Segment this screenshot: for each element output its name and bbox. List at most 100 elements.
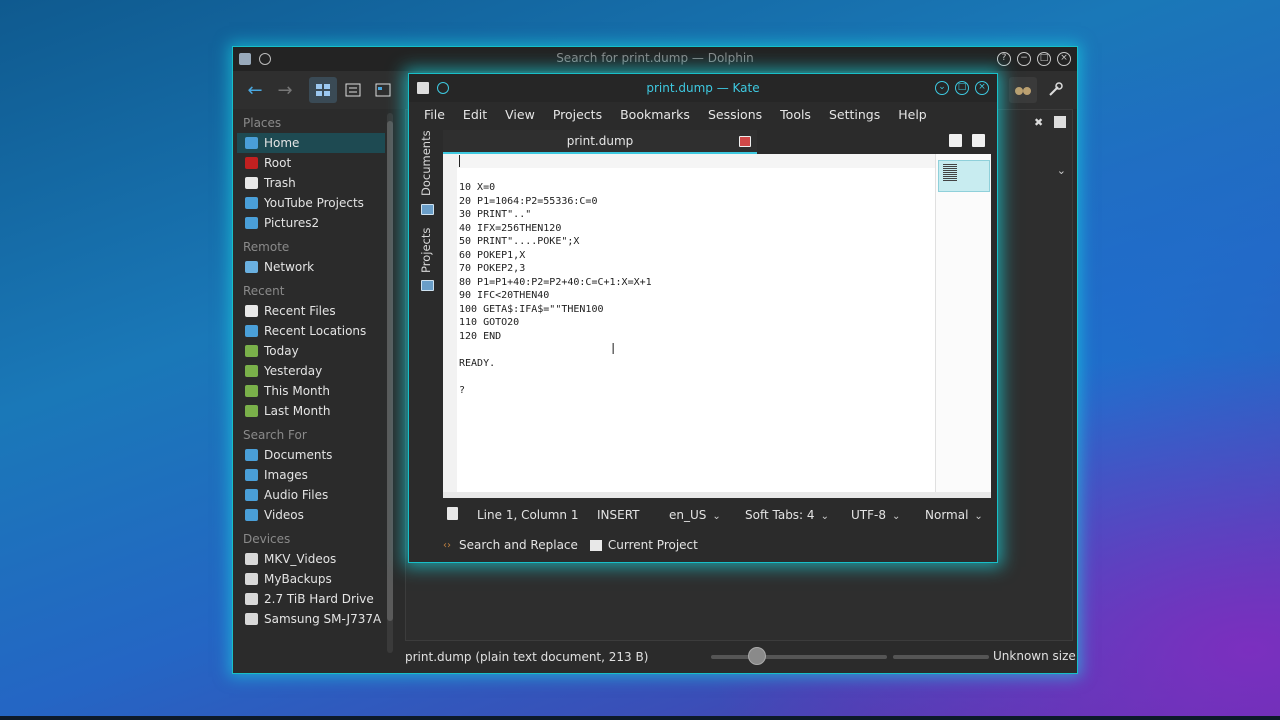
places-item[interactable]: MyBackups — [237, 569, 385, 589]
clear-icon[interactable]: ✖ — [1034, 116, 1044, 129]
code-line[interactable]: 110 GOTO20 — [459, 316, 652, 330]
places-header: Search For — [243, 428, 307, 442]
places-item[interactable]: YouTube Projects — [237, 193, 385, 213]
places-item[interactable]: Recent Locations — [237, 321, 385, 341]
places-item-label: Network — [264, 260, 315, 274]
places-item[interactable]: Documents — [237, 445, 385, 465]
places-scrollbar[interactable] — [387, 113, 393, 653]
places-item-label: Videos — [264, 508, 304, 522]
chevron-down-icon[interactable]: ⌄ — [1057, 164, 1066, 177]
input-mode[interactable]: INSERT — [597, 508, 640, 522]
document-icon[interactable] — [447, 507, 458, 520]
places-item[interactable]: Yesterday — [237, 361, 385, 381]
kate-titlebar[interactable]: print.dump — Kate ⌄ □ × — [409, 74, 997, 102]
tab-print-dump[interactable]: print.dump — [443, 130, 757, 154]
back-arrow-icon[interactable]: ← — [241, 77, 269, 103]
chevron-down-icon: ⌄ — [712, 511, 721, 522]
places-item[interactable]: Images — [237, 465, 385, 485]
menu-file[interactable]: File — [415, 104, 454, 126]
editor-gutter[interactable] — [443, 154, 457, 498]
code-line[interactable]: 30 PRINT".." — [459, 208, 652, 222]
details-view-icon[interactable] — [369, 77, 397, 103]
search-replace-icon[interactable]: ‹› — [443, 540, 451, 551]
places-item[interactable]: Trash — [237, 173, 385, 193]
code-line[interactable] — [459, 344, 652, 358]
zoom-slider-track[interactable] — [711, 655, 887, 659]
kate-statusbar: Line 1, Column 1 INSERT en_US ⌄ Soft Tabs… — [443, 504, 991, 526]
minimap[interactable] — [935, 154, 991, 492]
current-project-icon[interactable] — [589, 539, 602, 551]
code-line[interactable]: 60 POKEP1,X — [459, 249, 652, 263]
search-and-replace-button[interactable]: Search and Replace — [459, 538, 578, 552]
close-icon[interactable]: × — [1057, 52, 1071, 66]
code-line[interactable]: 70 POKEP2,3 — [459, 262, 652, 276]
current-project-button[interactable]: Current Project — [608, 538, 698, 552]
maximize-icon[interactable]: □ — [1037, 52, 1051, 66]
places-item[interactable]: Recent Files — [237, 301, 385, 321]
zoom-slider-handle[interactable] — [748, 647, 766, 665]
code-line[interactable]: ? — [459, 384, 652, 398]
binoculars-icon[interactable] — [1009, 77, 1037, 103]
places-item[interactable]: 2.7 TiB Hard Drive — [237, 589, 385, 609]
minimap-lines — [943, 164, 957, 182]
place-icon — [245, 217, 258, 229]
close-split-icon[interactable] — [972, 134, 985, 147]
place-icon — [245, 613, 258, 625]
code-line[interactable] — [459, 371, 652, 385]
menu-sessions[interactable]: Sessions — [699, 104, 771, 126]
places-item[interactable]: Network — [237, 257, 385, 277]
menu-edit[interactable]: Edit — [454, 104, 496, 126]
close-tab-icon[interactable] — [739, 136, 751, 147]
code-line[interactable]: 10 X=0 — [459, 181, 652, 195]
documents-icon[interactable] — [421, 204, 434, 215]
minimize-icon[interactable]: ⌄ — [935, 81, 949, 95]
code-line[interactable]: 20 P1=1064:P2=55336:C=0 — [459, 195, 652, 209]
places-item[interactable]: Audio Files — [237, 485, 385, 505]
code-line[interactable]: 40 IFX=256THEN120 — [459, 222, 652, 236]
code-line[interactable]: 120 END — [459, 330, 652, 344]
wrench-icon[interactable] — [1041, 77, 1069, 103]
code-text[interactable]: 10 X=0 20 P1=1064:P2=55336:C=0 30 PRINT"..… — [459, 181, 652, 398]
menu-view[interactable]: View — [496, 104, 544, 126]
minimize-icon[interactable]: − — [1017, 52, 1031, 66]
places-item[interactable]: Today — [237, 341, 385, 361]
menu-settings[interactable]: Settings — [820, 104, 889, 126]
code-line[interactable]: 80 P1=P1+40:P2=P2+40:C=C+1:X=X+1 — [459, 276, 652, 290]
forward-arrow-icon[interactable]: → — [271, 77, 299, 103]
save-search-icon[interactable] — [1054, 116, 1066, 128]
close-icon[interactable]: × — [975, 81, 989, 95]
indent-selector[interactable]: Soft Tabs: 4 ⌄ — [745, 508, 829, 522]
encoding-selector[interactable]: UTF-8 ⌄ — [851, 508, 900, 522]
side-tab-projects[interactable]: Projects — [419, 224, 435, 276]
code-line[interactable]: 100 GETA$:IFA$=""THEN100 — [459, 303, 652, 317]
places-item[interactable]: Last Month — [237, 401, 385, 421]
help-icon[interactable]: ? — [997, 52, 1011, 66]
places-item[interactable]: Samsung SM-J737A — [237, 609, 385, 629]
places-item[interactable]: This Month — [237, 381, 385, 401]
icons-view-icon[interactable] — [309, 77, 337, 103]
projects-icon[interactable] — [421, 280, 434, 291]
cursor-position[interactable]: Line 1, Column 1 — [477, 508, 579, 522]
menu-help[interactable]: Help — [889, 104, 936, 126]
menu-tools[interactable]: Tools — [771, 104, 820, 126]
places-item[interactable]: MKV_Videos — [237, 549, 385, 569]
places-item[interactable]: Pictures2 — [237, 213, 385, 233]
code-line[interactable]: 50 PRINT"....POKE";X — [459, 235, 652, 249]
side-tab-documents[interactable]: Documents — [419, 130, 435, 196]
code-line[interactable]: 90 IFC<20THEN40 — [459, 289, 652, 303]
split-view-icon[interactable] — [949, 134, 962, 147]
dolphin-titlebar[interactable]: Search for print.dump — Dolphin ? − □ × — [233, 47, 1077, 71]
places-item[interactable]: Home — [237, 133, 385, 153]
taskbar-edge — [0, 716, 1280, 720]
horizontal-scrollbar[interactable] — [443, 492, 991, 498]
compact-view-icon[interactable] — [339, 77, 367, 103]
places-item[interactable]: Root — [237, 153, 385, 173]
maximize-icon[interactable]: □ — [955, 81, 969, 95]
highlight-selector[interactable]: Normal ⌄ — [925, 508, 983, 522]
menu-bookmarks[interactable]: Bookmarks — [611, 104, 699, 126]
menu-projects[interactable]: Projects — [544, 104, 611, 126]
code-line[interactable]: READY. — [459, 357, 652, 371]
dictionary-selector[interactable]: en_US ⌄ — [669, 508, 721, 522]
places-item[interactable]: Videos — [237, 505, 385, 525]
editor-area[interactable]: 10 X=0 20 P1=1064:P2=55336:C=0 30 PRINT"..… — [443, 154, 991, 498]
